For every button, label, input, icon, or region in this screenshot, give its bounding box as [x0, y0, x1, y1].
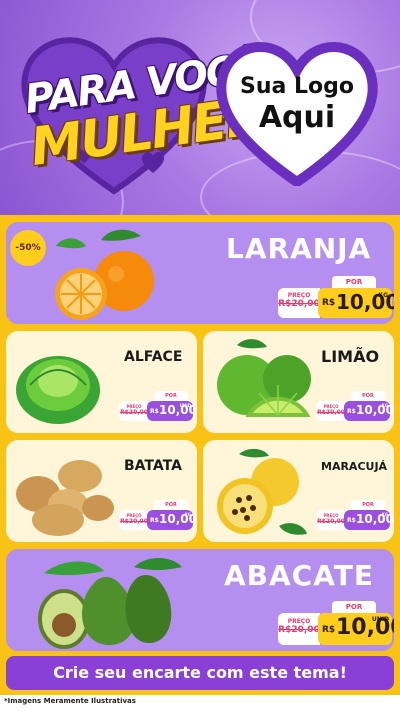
currency: R$ [347, 408, 356, 415]
disclaimer-text: *Imagens Meramente Ilustrativas [4, 697, 136, 705]
unit: UNID [371, 616, 389, 623]
old-price-value: R$20,00 [317, 518, 345, 525]
old-price-value: R$20,00 [120, 409, 148, 416]
cta-banner[interactable]: Crie seu encarte com este tema! [6, 656, 394, 690]
lettuce-image [16, 356, 100, 424]
old-price-value: R$20,00 [120, 518, 148, 525]
new-price: R$ 10,00 KG [147, 510, 197, 530]
old-price: PREÇO R$20,00 [278, 613, 320, 645]
product-name: ALFACE [124, 349, 183, 365]
product-card-alface[interactable]: ALFACE POR PREÇO R$20,00 R$ 10,00 UNID [6, 331, 197, 433]
potato-image [16, 460, 114, 536]
orange-image [55, 229, 154, 320]
por-label: POR [154, 500, 188, 510]
por-label: POR [332, 601, 376, 613]
product-name: MARACUJÁ [321, 460, 388, 473]
new-price: R$ 10,00 KG [318, 288, 394, 318]
unit: KG [184, 512, 191, 517]
product-card-limao[interactable]: LIMÃO POR PREÇO R$20,00 R$ 10,00 KG [203, 331, 394, 433]
avocado-image [38, 557, 182, 649]
currency: R$ [322, 625, 336, 635]
new-price-value: 10,00 [159, 403, 197, 417]
new-price: R$ 10,00 UNID [318, 613, 394, 645]
old-price: PREÇO R$20,00 [316, 401, 346, 421]
new-price: R$ 10,00 KG [344, 401, 394, 421]
old-price: PREÇO R$20,00 [119, 401, 149, 421]
old-price-value: R$20,00 [278, 625, 320, 635]
old-price-value: R$20,00 [278, 299, 320, 309]
lime-image [217, 339, 311, 417]
currency: R$ [322, 298, 336, 308]
product-name: ABACATE [224, 559, 374, 592]
por-label: POR [332, 276, 376, 288]
unit: KG [381, 403, 388, 408]
logo-placeholder-line1: Sua Logo [239, 74, 354, 99]
new-price: R$ 10,00 KG [344, 510, 394, 530]
product-card-abacate[interactable]: ABACATE POR PREÇO R$20,00 R$ 10,00 UNID [6, 549, 394, 651]
por-label: POR [351, 391, 385, 401]
old-price: PREÇO R$20,00 [119, 510, 149, 530]
product-name: LARANJA [226, 232, 372, 265]
unit: KG [381, 512, 388, 517]
discount-badge: -50% [10, 230, 46, 266]
currency: R$ [347, 517, 356, 524]
product-name: LIMÃO [321, 347, 380, 366]
product-card-batata[interactable]: BATATA POR PREÇO R$20,00 R$ 10,00 KG [6, 440, 197, 542]
product-name: BATATA [124, 458, 182, 474]
new-price-value: 10,00 [356, 512, 394, 526]
new-price: R$ 10,00 UNID [147, 401, 197, 421]
old-price: PREÇO R$20,00 [316, 510, 346, 530]
header-banner: PARA VOCÊ, MULHER Sua Logo Aqui [0, 0, 400, 215]
old-price-value: R$20,00 [317, 409, 345, 416]
new-price-value: 10,00 [356, 403, 394, 417]
old-price-label: PREÇO [287, 618, 311, 625]
por-label: POR [154, 391, 188, 401]
por-label: POR [351, 500, 385, 510]
unit: KG [378, 292, 388, 299]
unit: UNID [179, 403, 191, 408]
logo-placeholder-line2: Aqui [258, 100, 336, 135]
product-card-maracuja[interactable]: MARACUJÁ POR PREÇO R$20,00 R$ 10,00 KG [203, 440, 394, 542]
passion-fruit-image [217, 448, 307, 535]
currency: R$ [150, 517, 159, 524]
old-price-label: PREÇO [287, 292, 311, 299]
currency: R$ [150, 408, 159, 415]
new-price-value: 10,00 [159, 512, 197, 526]
product-card-laranja[interactable]: -50% LARANJA POR PREÇO R$20,00 R$ 10,00 … [6, 222, 394, 324]
old-price: PREÇO R$20,00 [278, 288, 320, 318]
